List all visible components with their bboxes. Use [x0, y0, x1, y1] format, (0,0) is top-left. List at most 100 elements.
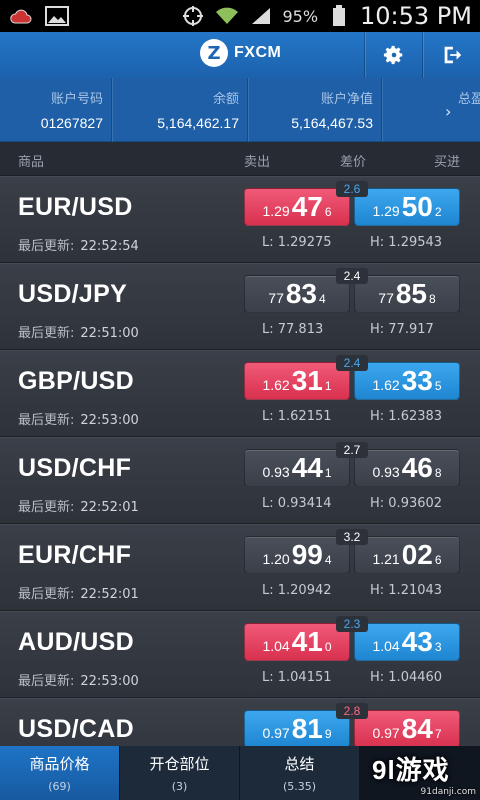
- last-update-time: 22:52:01: [80, 500, 139, 515]
- balance-col: 余额 5,164,462.17: [112, 78, 248, 142]
- col-sell: 卖出: [244, 155, 271, 170]
- spread-badge: 2.4: [336, 355, 368, 371]
- table-row[interactable]: USD/CAD最后更新:0.978190.978472.8: [0, 698, 480, 746]
- tab-positions-label: 开仓部位: [149, 755, 210, 773]
- tab-summary[interactable]: 总结 (5.35): [240, 746, 360, 800]
- sell-price-pips: 83: [285, 278, 318, 309]
- last-update-label: 最后更新:: [18, 413, 75, 428]
- spread-badge: 2.3: [336, 616, 368, 632]
- currency-pair: USD/JPY: [18, 280, 128, 308]
- buy-price-button[interactable]: 1.04 43 3: [354, 623, 460, 661]
- col-spread: 差价: [340, 155, 367, 170]
- buy-price-fraction: 7: [434, 727, 442, 741]
- tab-summary-count: (5.35): [282, 780, 317, 793]
- buy-price-prefix: 0.97: [372, 725, 400, 741]
- currency-pair: GBP/USD: [18, 367, 135, 395]
- currency-pair: AUD/USD: [18, 628, 134, 656]
- sell-price-fraction: 4: [319, 292, 326, 306]
- sell-price-prefix: 77: [268, 290, 284, 306]
- buy-price-button[interactable]: 77 85 8: [354, 275, 460, 313]
- last-update-time: 22:52:01: [80, 587, 139, 602]
- currency-pair: EUR/USD: [18, 193, 133, 221]
- tab-summary-label: 总结: [284, 755, 315, 773]
- buy-price-pips: 33: [401, 365, 433, 396]
- low-price: L: 0.93414: [262, 496, 332, 511]
- buy-price-button[interactable]: 0.93 46 8: [354, 449, 460, 487]
- sell-price-pips: 41: [291, 626, 323, 657]
- buy-price-pips: 43: [401, 626, 433, 657]
- clock: 10:53 PM: [360, 2, 472, 30]
- buy-price-pips: 85: [395, 278, 428, 309]
- last-update: 最后更新: 22:52:01: [18, 583, 139, 602]
- account-more-scroll[interactable]: 总盈 ›: [440, 78, 480, 141]
- table-row[interactable]: EUR/CHF 最后更新: 22:52:01 1.20 99 4 1.21 02 6 3.2 L: …: [0, 524, 480, 611]
- last-update-label: 最后更新:: [18, 674, 75, 689]
- tab-prices[interactable]: 商品价格 (69): [0, 746, 120, 800]
- sell-price-fraction: 1: [324, 379, 332, 393]
- buy-price-pips: 50: [401, 191, 433, 222]
- last-update-label: 最后更新:: [18, 326, 75, 341]
- buy-price-button[interactable]: 1.21 02 6: [354, 536, 460, 574]
- settings-button[interactable]: [364, 32, 422, 78]
- quote-list: EUR/USD 最后更新: 22:52:54 1.29 47 6 1.29 50 2 2.6 L: …: [0, 176, 480, 746]
- more-label: 总盈: [458, 92, 480, 107]
- sell-price-button[interactable]: 0.97 81 9: [244, 710, 350, 746]
- account-number-label: 账户号码: [50, 92, 103, 107]
- tab-positions-count: (3): [171, 780, 188, 793]
- table-header: 商品 卖出 差价 买进: [0, 142, 480, 176]
- sell-price-button[interactable]: 1.29 47 6: [244, 188, 350, 226]
- table-row[interactable]: GBP/USD 最后更新: 22:53:00 1.62 31 1 1.62 33 5 2.4 L: …: [0, 350, 480, 437]
- account-number-value: 01267827: [40, 115, 103, 131]
- sell-price-fraction: 6: [324, 205, 332, 219]
- sell-price-button[interactable]: 1.20 99 4: [244, 536, 350, 574]
- sell-price-fraction: 4: [324, 553, 332, 567]
- sell-price-pips: 81: [291, 713, 323, 744]
- last-update-label: 最后更新:: [18, 500, 75, 515]
- sell-price-button[interactable]: 1.04 41 0: [244, 623, 350, 661]
- spread-badge: 3.2: [336, 529, 368, 545]
- last-update-time: 22:53:00: [80, 674, 139, 689]
- last-update: 最后更新: 22:51:00: [18, 322, 139, 341]
- watermark-url: 91danji.com: [420, 787, 476, 797]
- sell-price-pips: 99: [291, 539, 323, 570]
- sell-price-button[interactable]: 1.62 31 1: [244, 362, 350, 400]
- buy-price-button[interactable]: 1.62 33 5: [354, 362, 460, 400]
- spread-badge: 2.4: [336, 268, 368, 284]
- high-price: H: 1.04460: [370, 670, 443, 685]
- account-summary: 账户号码 01267827 余额 5,164,462.17 账户净值 5,164…: [0, 78, 480, 142]
- buy-price-fraction: 3: [434, 640, 442, 654]
- sell-price-prefix: 1.20: [262, 551, 290, 567]
- buy-price-fraction: 6: [434, 553, 442, 567]
- sell-price-button[interactable]: 0.93 44 1: [244, 449, 350, 487]
- buy-price-pips: 02: [401, 539, 433, 570]
- logout-button[interactable]: [422, 32, 480, 78]
- sell-price-prefix: 1.04: [262, 638, 290, 654]
- brand-name: FXCM: [234, 44, 282, 61]
- wifi-icon: [214, 5, 240, 27]
- sell-price-button[interactable]: 77 83 4: [244, 275, 350, 313]
- buy-price-button[interactable]: 1.29 50 2: [354, 188, 460, 226]
- watermark: 9l游戏 91danji.com: [372, 750, 476, 797]
- table-row[interactable]: EUR/USD 最后更新: 22:52:54 1.29 47 6 1.29 50 2 2.6 L: …: [0, 176, 480, 263]
- buy-price-prefix: 1.04: [372, 638, 400, 654]
- high-price: H: 0.93602: [370, 496, 443, 511]
- app-header: Z FXCM: [0, 32, 480, 78]
- table-row[interactable]: USD/CHF 最后更新: 22:52:01 0.93 44 1 0.93 46 8 2.7 L: …: [0, 437, 480, 524]
- sell-price-prefix: 0.93: [262, 464, 290, 480]
- buy-price-fraction: 8: [429, 292, 436, 306]
- equity-value: 5,164,467.53: [291, 115, 373, 131]
- table-row[interactable]: USD/JPY 最后更新: 22:51:00 77 83 4 77 85 8 2.4 L: 77.8…: [0, 263, 480, 350]
- buy-price-button[interactable]: 0.97 84 7: [354, 710, 460, 746]
- buy-price-pips: 84: [401, 713, 433, 744]
- sell-price-fraction: 9: [324, 727, 332, 741]
- spread-badge: 2.7: [336, 442, 368, 458]
- tab-positions[interactable]: 开仓部位 (3): [120, 746, 240, 800]
- chevron-right-icon: ›: [445, 102, 452, 121]
- buy-price-pips: 46: [401, 452, 433, 483]
- brand: Z FXCM: [200, 39, 281, 67]
- table-row[interactable]: AUD/USD 最后更新: 22:53:00 1.04 41 0 1.04 43 3 2.3 L: …: [0, 611, 480, 698]
- high-price: H: 77.917: [370, 322, 434, 337]
- cloud-icon: [8, 5, 34, 27]
- last-update-label: 最后更新:: [18, 587, 75, 602]
- last-update: 最后更新: 22:52:54: [18, 235, 139, 254]
